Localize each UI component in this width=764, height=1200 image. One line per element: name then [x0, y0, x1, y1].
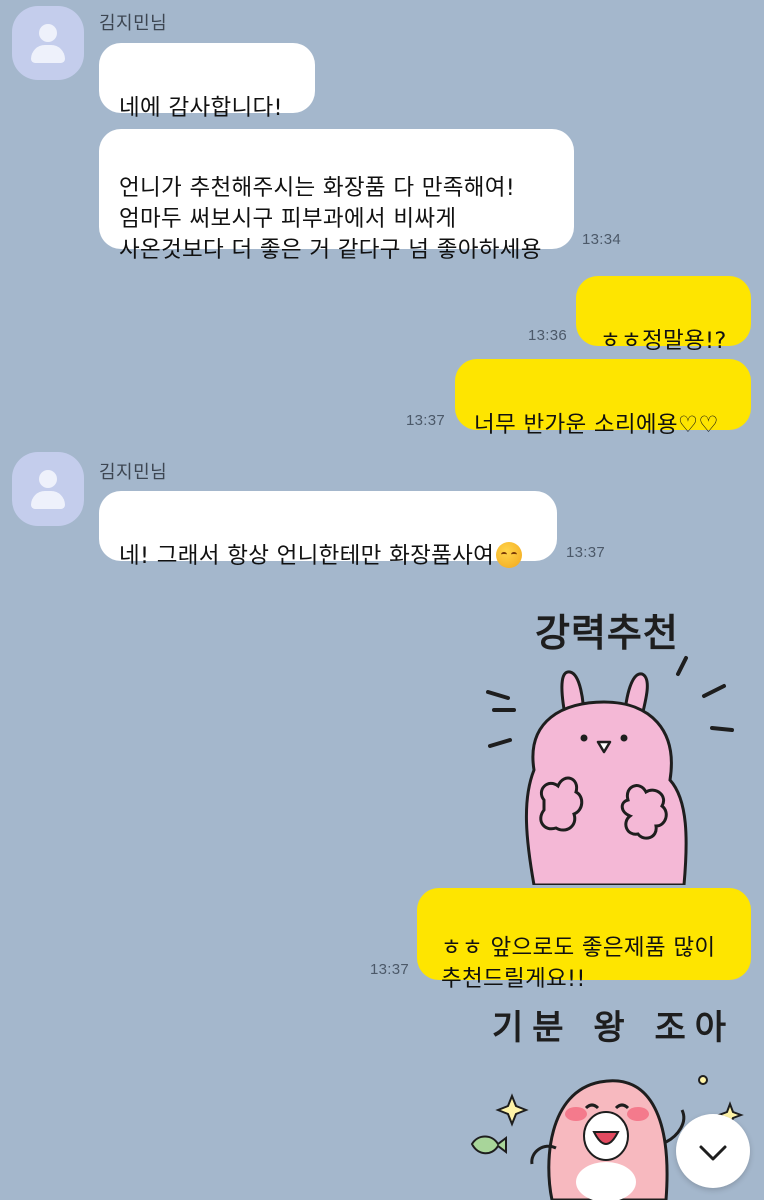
chevron-down-icon — [699, 1145, 727, 1161]
default-profile-icon-body — [31, 491, 65, 509]
message-timestamp: 13:37 — [406, 412, 446, 429]
action-line — [676, 656, 688, 676]
message-text: 네에 감사합니다! — [119, 95, 283, 121]
smiling-face-emoji — [496, 542, 523, 568]
default-profile-icon — [39, 24, 57, 42]
message-text: 네! 그래서 항상 언니한테만 화장품사여 — [119, 543, 495, 569]
message-text: 언니가 추천해주시는 화장품 다 만족해여! 엄마두 써보시구 피부과에서 비싸… — [119, 175, 542, 263]
message-timestamp: 13:34 — [582, 231, 622, 248]
sender-name: 김지민님 — [99, 462, 168, 483]
sticker-caption: 강력추천 — [535, 611, 679, 655]
message-bubble[interactable]: 네! 그래서 항상 언니한테만 화장품사여 — [99, 491, 557, 569]
my-message-bubble[interactable]: 너무 반가운 소리에용♡♡ — [455, 359, 751, 438]
message-timestamp: 13:37 — [370, 961, 410, 978]
default-profile-icon-body — [31, 45, 65, 63]
default-profile-icon — [39, 470, 57, 488]
message-bubble[interactable]: 네에 감사합니다! — [99, 43, 315, 121]
sender-name: 김지민님 — [99, 13, 168, 34]
action-line — [488, 738, 512, 748]
message-timestamp: 13:37 — [566, 544, 606, 561]
sticker-caption: 기분 왕 조아 — [492, 1008, 736, 1048]
message-text: ㅎㅎ 앞으로도 좋은제품 많이 추천드릴게요!! — [441, 935, 716, 992]
message-bubble[interactable]: 언니가 추천해주시는 화장품 다 만족해여! 엄마두 써보시구 피부과에서 비싸… — [99, 129, 574, 263]
sender-avatar[interactable] — [12, 6, 84, 80]
scroll-to-bottom-button[interactable] — [676, 1114, 750, 1188]
message-text: ㅎㅎ정말용!? — [600, 328, 727, 354]
message-text: 너무 반가운 소리에용♡♡ — [474, 412, 719, 438]
bunny-thumbs-up-sticker[interactable] — [474, 650, 754, 885]
message-timestamp: 13:36 — [528, 327, 568, 344]
my-message-bubble[interactable]: ㅎㅎ정말용!? — [576, 276, 751, 354]
sender-avatar[interactable] — [12, 452, 84, 526]
my-message-bubble[interactable]: ㅎㅎ 앞으로도 좋은제품 많이 추천드릴게요!! — [417, 888, 751, 992]
action-line — [702, 684, 726, 698]
action-line — [486, 690, 510, 700]
action-line — [710, 726, 734, 732]
